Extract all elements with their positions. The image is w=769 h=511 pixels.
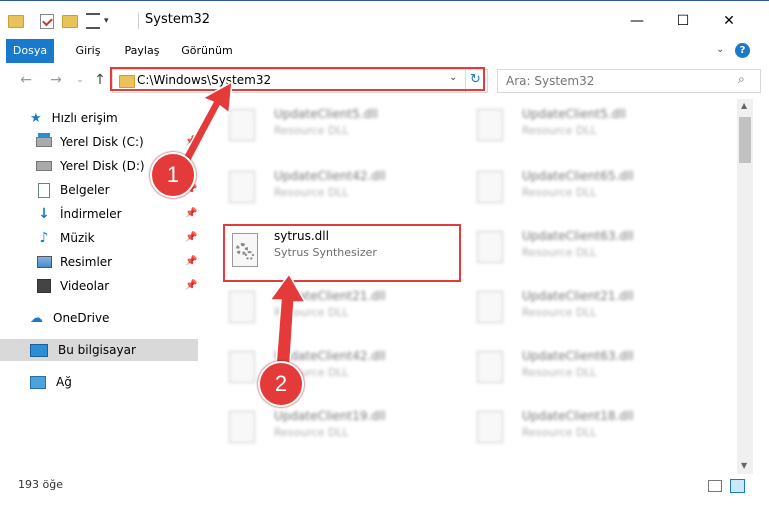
item-count: 193 öğe bbox=[18, 478, 63, 491]
step-2-badge: 2 bbox=[258, 361, 304, 407]
scroll-thumb[interactable] bbox=[739, 117, 751, 163]
window-bottom-edge bbox=[0, 496, 769, 511]
step-1-badge: 1 bbox=[150, 152, 196, 198]
status-bar: 193 öğe bbox=[0, 474, 769, 496]
details-view-icon[interactable] bbox=[708, 480, 722, 492]
annotation-arrows bbox=[173, 80, 307, 379]
scroll-up-icon[interactable]: ▲ bbox=[741, 101, 747, 110]
scroll-down-icon[interactable]: ▼ bbox=[741, 461, 747, 470]
large-icons-view-icon[interactable] bbox=[730, 479, 745, 493]
vertical-scrollbar[interactable]: ▲ ▼ bbox=[737, 99, 753, 479]
